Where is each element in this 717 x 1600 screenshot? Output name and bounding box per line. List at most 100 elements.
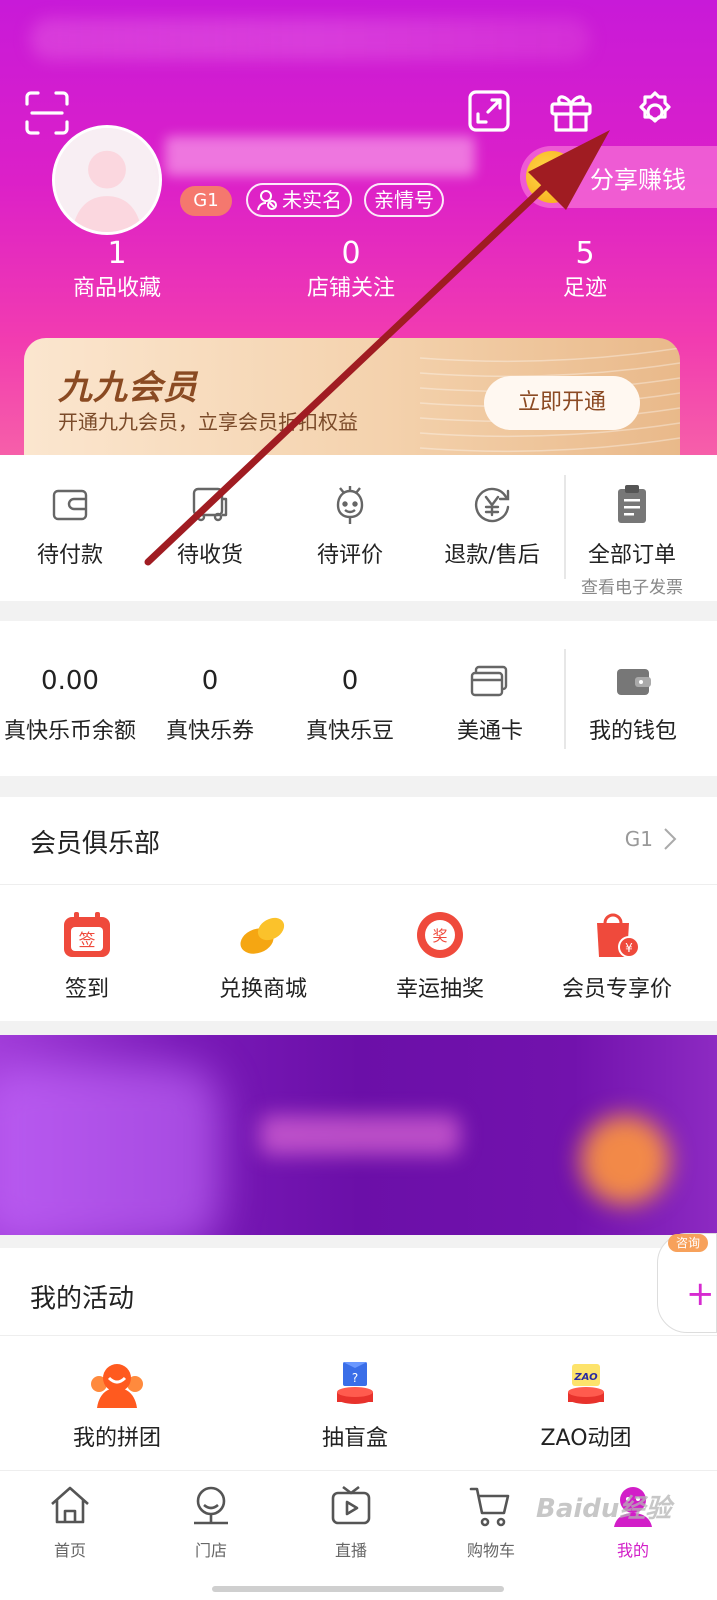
live-tv-icon: [328, 1483, 374, 1529]
realname-label: 未实名: [282, 188, 342, 212]
floating-consult-button[interactable]: 咨询 +: [657, 1233, 717, 1333]
divider: [564, 475, 566, 579]
club-level: G1: [624, 827, 653, 851]
watermark: Baidu经验: [536, 1494, 672, 1524]
club-label: 签到: [64, 977, 109, 1002]
svg-text:?: ?: [352, 1371, 358, 1385]
section-title: 我的活动: [30, 1284, 135, 1314]
stat-followed-stores[interactable]: 0 店铺关注: [276, 236, 426, 306]
wallet-coupons[interactable]: 0 真快乐券: [160, 659, 260, 745]
scan-icon[interactable]: [24, 90, 70, 136]
realname-status[interactable]: 未实名: [246, 183, 352, 217]
divider: [0, 884, 717, 885]
wallet-icon: [611, 659, 655, 703]
club-checkin[interactable]: 签 签到: [37, 909, 137, 1003]
avatar[interactable]: [52, 125, 162, 235]
share-earn-button[interactable]: 分享赚钱: [520, 146, 717, 208]
calendar-checkin-icon: 签: [61, 909, 113, 961]
section-title: 会员俱乐部: [30, 829, 161, 859]
wallet-label: 真快乐币余额: [3, 719, 136, 744]
refund-icon: [470, 483, 514, 527]
wallet-label: 美通卡: [456, 719, 523, 744]
activity-zao-group[interactable]: ZAO ZAO动团: [530, 1360, 642, 1452]
svg-text:签: 签: [79, 931, 96, 951]
wallet-value: 0: [341, 666, 359, 696]
order-refund[interactable]: 退款/售后: [436, 483, 548, 569]
orders-section: 待付款 待收货 待评价 退款/售后 全部订单 查看电子发票: [0, 455, 717, 601]
wallet-beans[interactable]: 0 真快乐豆: [300, 659, 400, 745]
beans-icon: [237, 909, 289, 961]
lottery-icon: 奖: [414, 909, 466, 961]
level-badge[interactable]: G1: [180, 186, 232, 216]
card-icon: [468, 659, 512, 703]
shopping-bag-icon: ¥: [591, 909, 643, 961]
order-label: 待评价: [316, 543, 383, 568]
stat-favorites[interactable]: 1 商品收藏: [42, 236, 192, 306]
vip-open-button[interactable]: 立即开通: [484, 376, 640, 430]
order-pending-payment[interactable]: 待付款: [20, 483, 120, 569]
order-label: 待收货: [176, 543, 243, 568]
consult-tag: 咨询: [668, 1234, 708, 1252]
coin-icon: [526, 151, 578, 203]
club-lucky-draw[interactable]: 奖 幸运抽奖: [380, 909, 500, 1003]
zao-icon: ZAO: [564, 1360, 608, 1410]
vip-title: 九九会员: [58, 368, 198, 408]
wallet-icon: [48, 483, 92, 527]
club-label: 幸运抽奖: [395, 977, 484, 1002]
club-exchange-mall[interactable]: 兑换商城: [203, 909, 323, 1003]
order-all-label: 全部订单: [587, 543, 676, 568]
family-account-button[interactable]: 亲情号: [364, 183, 444, 217]
my-wallet[interactable]: 我的钱包: [580, 659, 686, 745]
order-label: 退款/售后: [444, 543, 540, 568]
order-pending-receipt[interactable]: 待收货: [160, 483, 260, 569]
stat-footprints[interactable]: 5 足迹: [510, 236, 660, 306]
vip-subtitle: 开通九九会员，立享会员折扣权益: [58, 410, 358, 434]
activity-blind-box[interactable]: ? 抽盲盒: [300, 1360, 410, 1452]
external-link-icon[interactable]: [466, 88, 512, 134]
tab-label: 首页: [53, 1541, 86, 1560]
wallet-value: 0.00: [41, 666, 99, 696]
wallet-section: 0.00 真快乐币余额 0 真快乐券 0 真快乐豆 美通卡 我的钱包: [0, 621, 717, 776]
stat-value: 5: [575, 236, 595, 271]
club-level-link[interactable]: G1: [625, 827, 677, 851]
svg-text:奖: 奖: [432, 927, 447, 945]
username-blurred: [165, 136, 475, 176]
tab-cart[interactable]: 购物车: [446, 1483, 536, 1561]
stat-value: 0: [341, 236, 361, 271]
order-all[interactable]: 全部订单 查看电子发票: [572, 483, 692, 598]
invoice-link[interactable]: 查看电子发票: [572, 573, 692, 598]
stat-value: 1: [107, 236, 127, 271]
divider: [0, 1335, 717, 1336]
tab-home[interactable]: 首页: [25, 1483, 115, 1561]
tab-label: 我的: [616, 1541, 649, 1560]
order-pending-review[interactable]: 待评价: [300, 483, 400, 569]
order-label: 待付款: [36, 543, 103, 568]
gift-icon[interactable]: [548, 88, 594, 134]
activity-group-buy[interactable]: 我的拼团: [52, 1360, 182, 1452]
promo-banner-blurred[interactable]: [0, 1035, 717, 1235]
stat-label: 店铺关注: [306, 276, 395, 301]
activity-label: ZAO动团: [540, 1426, 632, 1451]
tab-store[interactable]: 门店: [166, 1483, 256, 1561]
home-indicator[interactable]: [212, 1586, 504, 1592]
stat-label: 足迹: [562, 276, 607, 301]
profile-header: G1 未实名 亲情号 分享赚钱 1 商品收藏 0 店铺关注 5 足迹 九九会员 …: [0, 0, 717, 455]
my-activities-section: 我的活动 我的拼团 ? 抽盲盒 ZAO ZAO动团: [0, 1248, 717, 1470]
wallet-meitong-card[interactable]: 美通卡: [440, 659, 540, 745]
wallet-value: 0: [201, 666, 219, 696]
club-member-price[interactable]: ¥ 会员专享价: [553, 909, 681, 1003]
vip-membership-card[interactable]: 九九会员 开通九九会员，立享会员折扣权益 立即开通: [24, 338, 680, 455]
tab-live[interactable]: 直播: [306, 1483, 396, 1561]
cart-icon: [468, 1483, 514, 1529]
activity-label: 我的拼团: [72, 1426, 161, 1451]
family-label: 亲情号: [374, 188, 434, 212]
tab-label: 直播: [334, 1541, 367, 1560]
wallet-label: 我的钱包: [588, 719, 677, 744]
wallet-coin-balance[interactable]: 0.00 真快乐币余额: [0, 659, 140, 745]
settings-icon[interactable]: [632, 88, 678, 134]
member-club-section: 会员俱乐部 G1 签 签到 兑换商城 奖 幸运抽奖 ¥ 会员专享价: [0, 797, 717, 1021]
chevron-right-icon: [664, 828, 677, 850]
club-label: 会员专享价: [561, 977, 672, 1002]
svg-text:ZAO: ZAO: [573, 1372, 598, 1383]
smile-flower-icon: [328, 483, 372, 527]
